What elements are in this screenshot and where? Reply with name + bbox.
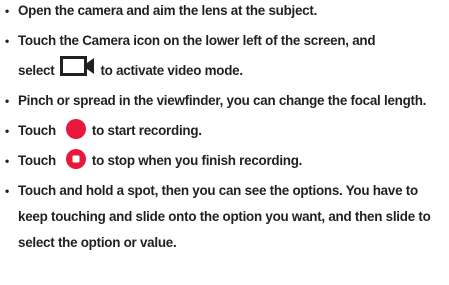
item-text-after: to stop when you finish recording. <box>91 153 303 168</box>
item-text-before: select <box>18 63 55 78</box>
list-item: • Open the camera and aim the lens at th… <box>0 0 449 24</box>
list-item: • Touch to stop when you finish recordin… <box>0 148 449 174</box>
item-text-line2: select to activate video mode. <box>18 56 445 84</box>
item-text: Open the camera and aim the lens at the … <box>18 3 318 18</box>
video-camera-icon <box>60 56 96 77</box>
instruction-list: • Open the camera and aim the lens at th… <box>0 0 449 256</box>
list-item: • Touch the Camera icon on the lower lef… <box>0 28 449 84</box>
bullet: • <box>5 124 9 138</box>
bullet: • <box>5 154 9 168</box>
item-text-after: to start recording. <box>91 123 202 138</box>
bullet: • <box>5 4 9 18</box>
item-text-before: Touch <box>18 153 56 168</box>
record-button-icon <box>65 119 86 140</box>
item-text-line1: Touch the Camera icon on the lower left … <box>18 33 376 48</box>
stop-button-icon <box>65 149 86 170</box>
list-item: • Touch and hold a spot, then you can se… <box>0 178 449 256</box>
item-text: Pinch or spread in the viewfinder, you c… <box>18 93 427 108</box>
bullet: • <box>5 184 9 198</box>
bullet: • <box>5 34 9 48</box>
bullet: • <box>5 94 9 108</box>
list-item: • Pinch or spread in the viewfinder, you… <box>0 88 449 114</box>
item-text-before: Touch <box>18 123 56 138</box>
list-item: • Touch to start recording. <box>0 118 449 144</box>
item-text: Touch and hold a spot, then you can see … <box>18 183 431 250</box>
item-text-after: to activate video mode. <box>100 63 243 78</box>
